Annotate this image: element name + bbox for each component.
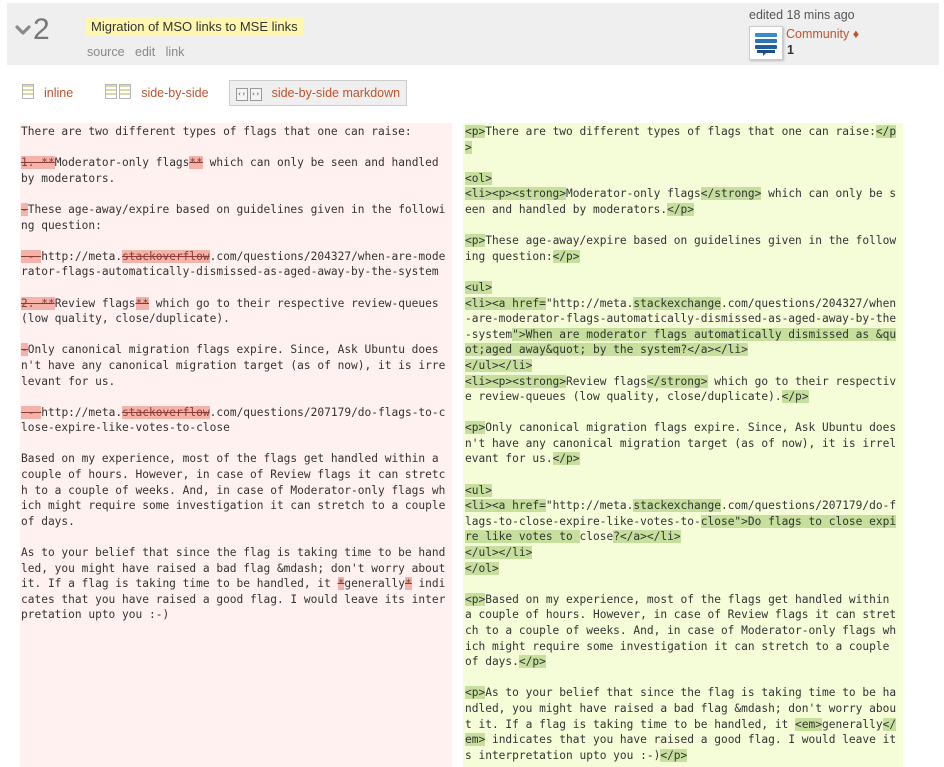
inserted-text: <p> <box>465 686 486 700</box>
deleted-text: ** <box>189 156 203 170</box>
inserted-text: </p> <box>660 748 688 762</box>
permalink-link[interactable]: link <box>166 45 185 59</box>
tab-side-by-side[interactable]: side-by-side <box>99 80 214 106</box>
inserted-text: </strong> <box>700 187 762 201</box>
diff-text: There are two different types of flags t… <box>485 125 876 138</box>
inserted-text: </ol> <box>465 561 499 575</box>
community-avatar-icon <box>755 33 777 56</box>
deleted-text: stackoverflow <box>122 405 210 419</box>
diff-text: There are two different types of flags t… <box>21 125 412 138</box>
inserted-text: stackexchange <box>633 296 721 310</box>
deleted-text: stackoverflow <box>122 249 210 263</box>
inserted-text: </ul></li> <box>465 546 533 560</box>
inserted-text: <p> <box>465 421 486 435</box>
inserted-text: stackexchange <box>633 499 721 513</box>
deleted-text: 2. ** <box>21 296 55 310</box>
source-link[interactable]: source <box>87 45 125 59</box>
diff-text: Review flags <box>54 296 136 310</box>
inserted-text: <li><p><strong> <box>465 374 567 388</box>
deleted-text: ** <box>135 296 149 310</box>
deleted-text: - <box>21 202 28 216</box>
inserted-text: </p> <box>552 452 580 466</box>
diff-text: Only canonical migration flags expire. S… <box>465 421 897 466</box>
inserted-text: </strong> <box>646 374 708 388</box>
code-documents-icon: ‹› ‹› <box>235 85 264 101</box>
diff-text: These age-away/expire based on guideline… <box>465 234 897 263</box>
diff-text: http://meta. <box>41 405 123 419</box>
diff-text: Moderator-only flags <box>566 187 701 201</box>
inserted-text: <ul> <box>465 280 492 294</box>
inserted-text: <li><a href= <box>465 296 546 310</box>
diff-text: close <box>579 530 614 544</box>
inserted-text: <p> <box>465 234 486 248</box>
document-icon <box>22 84 36 102</box>
deleted-text: * <box>404 577 412 591</box>
deleted-text: - <box>21 249 42 263</box>
revision-links: source edit link <box>87 45 191 59</box>
inserted-text: <em> <box>795 717 822 731</box>
tab-inline[interactable]: inline <box>16 80 79 106</box>
inserted-text: </p> <box>518 655 546 669</box>
diff-text: Only canonical migration flags expire. S… <box>21 343 446 388</box>
inserted-text: <li><a href= <box>465 499 546 513</box>
left-diff-pane: There are two different types of flags t… <box>20 123 452 767</box>
chevron-down-icon[interactable] <box>15 22 31 38</box>
deleted-text: - <box>21 343 28 357</box>
revision-number: 2 <box>15 15 50 45</box>
inserted-text: <li><p><strong> <box>465 187 567 201</box>
reputation: 1 <box>787 43 794 57</box>
inserted-text: </ul></li> <box>465 358 533 372</box>
edited-time: edited 18 mins ago <box>749 8 855 22</box>
two-documents-icon <box>105 84 133 102</box>
diff-view-tabs: inline side-by-side ‹› ‹› side-by-side ma… <box>16 80 427 106</box>
right-diff-pane: <p>There are two different types of flag… <box>463 123 903 767</box>
revision-header: 2 Migration of MSO links to MSE links so… <box>7 3 939 65</box>
user-name[interactable]: Community ♦ <box>786 27 859 41</box>
diff-text: Review flags <box>566 374 647 388</box>
revision-comment: Migration of MSO links to MSE links <box>86 17 303 36</box>
diff-text: .com/questions/207179/do-flags-to-close-… <box>21 405 446 591</box>
deleted-text: - <box>21 405 42 419</box>
diff-text: "http://meta. <box>545 499 634 513</box>
deleted-text: 1. ** <box>21 156 55 170</box>
inserted-text: ?</a></li> <box>613 530 681 544</box>
inserted-text: </p> <box>781 390 809 404</box>
inserted-text: </p> <box>552 249 580 263</box>
inserted-text: ">When are moderator flags automatically… <box>465 327 897 357</box>
diff-text: generally <box>344 577 405 591</box>
diff-text: These age-away/expire based on guideline… <box>21 202 446 232</box>
inserted-text: <ul> <box>465 483 492 497</box>
inserted-text: <p> <box>465 592 486 606</box>
diff-text: Moderator-only flags <box>54 156 190 170</box>
inserted-text: <p> <box>465 125 486 138</box>
moderator-diamond-icon: ♦ <box>852 27 860 41</box>
avatar[interactable] <box>749 26 783 60</box>
diff-text: "http://meta. <box>545 296 634 310</box>
diff-text: http://meta. <box>41 249 123 263</box>
tab-side-by-side-markdown[interactable]: ‹› ‹› side-by-side markdown <box>228 80 408 106</box>
inserted-text: </p> <box>667 202 695 216</box>
inserted-text: <ol> <box>465 171 492 185</box>
revision-number-text: 2 <box>33 13 50 46</box>
diff-text: generally <box>822 717 883 731</box>
edit-link[interactable]: edit <box>135 45 155 59</box>
